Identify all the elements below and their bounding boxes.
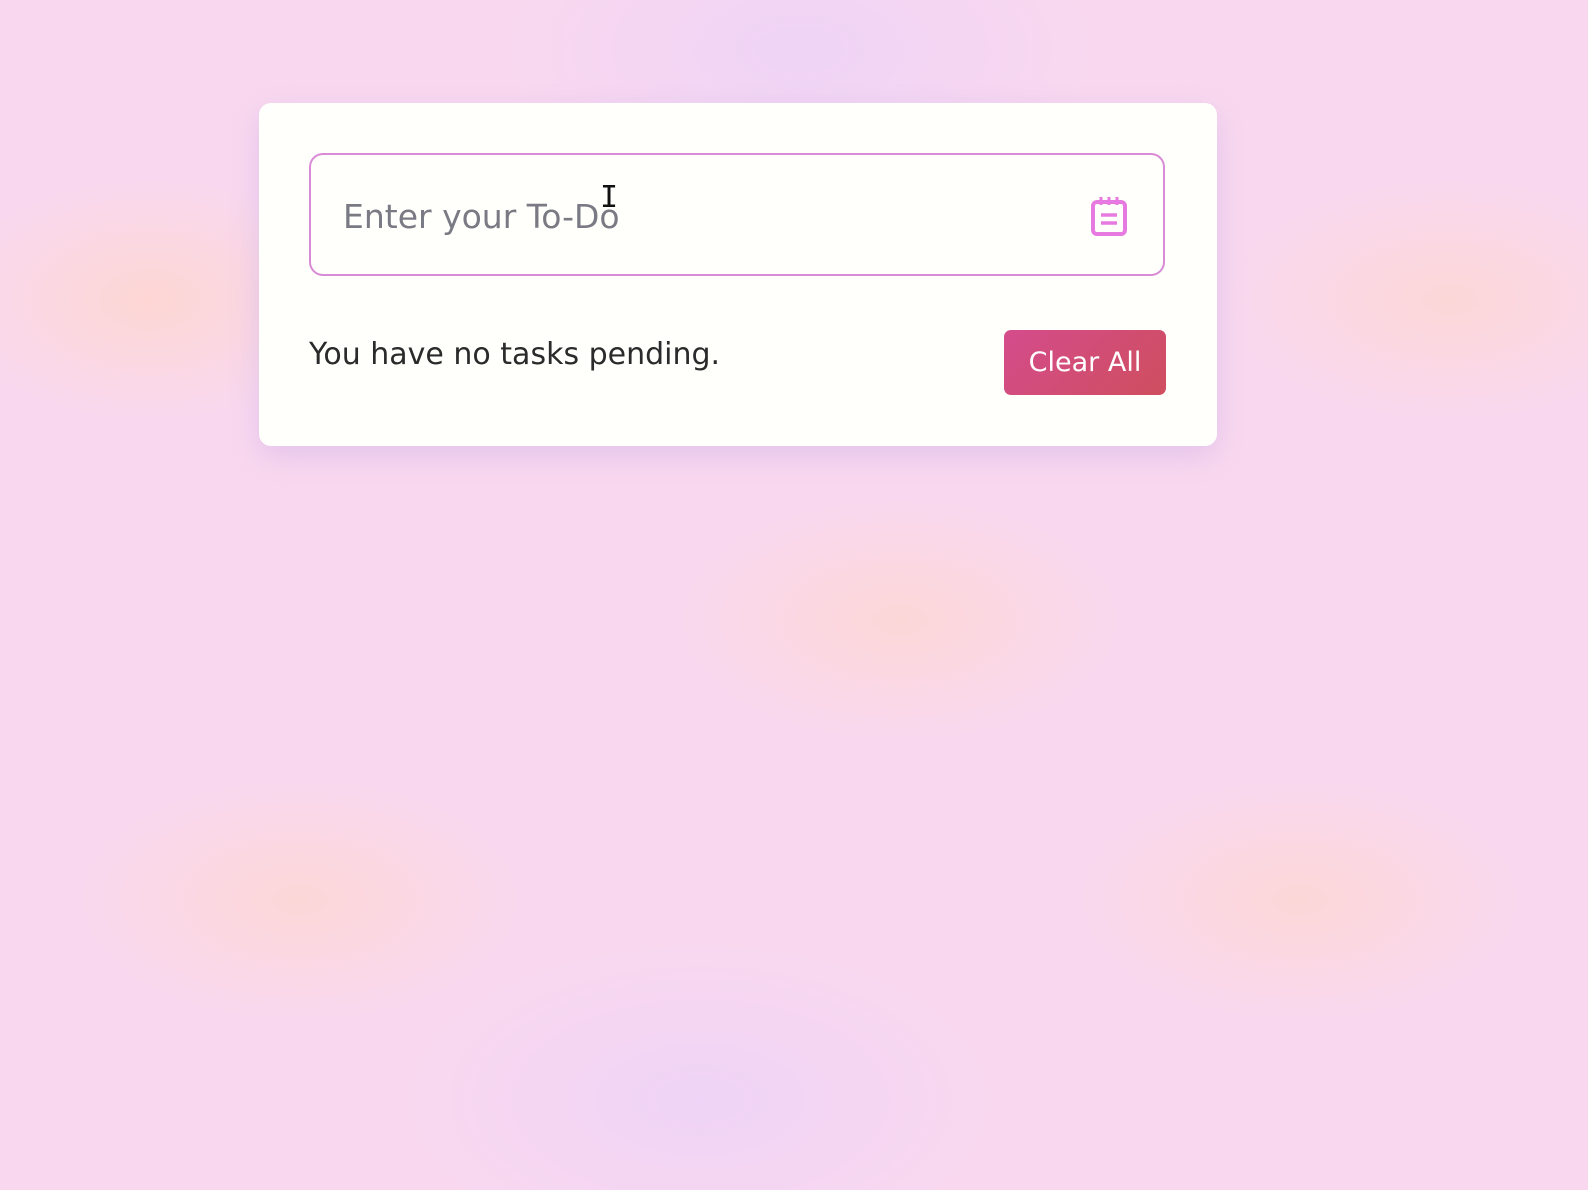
- pending-status-text: You have no tasks pending.: [309, 337, 721, 372]
- todo-input-container: [309, 153, 1165, 276]
- text-cursor-icon: I: [600, 180, 619, 215]
- notepad-icon[interactable]: [1089, 195, 1129, 237]
- clear-all-button[interactable]: Clear All: [1004, 330, 1166, 395]
- todo-input[interactable]: [341, 177, 1065, 255]
- todo-card: You have no tasks pending. Clear All: [259, 103, 1217, 446]
